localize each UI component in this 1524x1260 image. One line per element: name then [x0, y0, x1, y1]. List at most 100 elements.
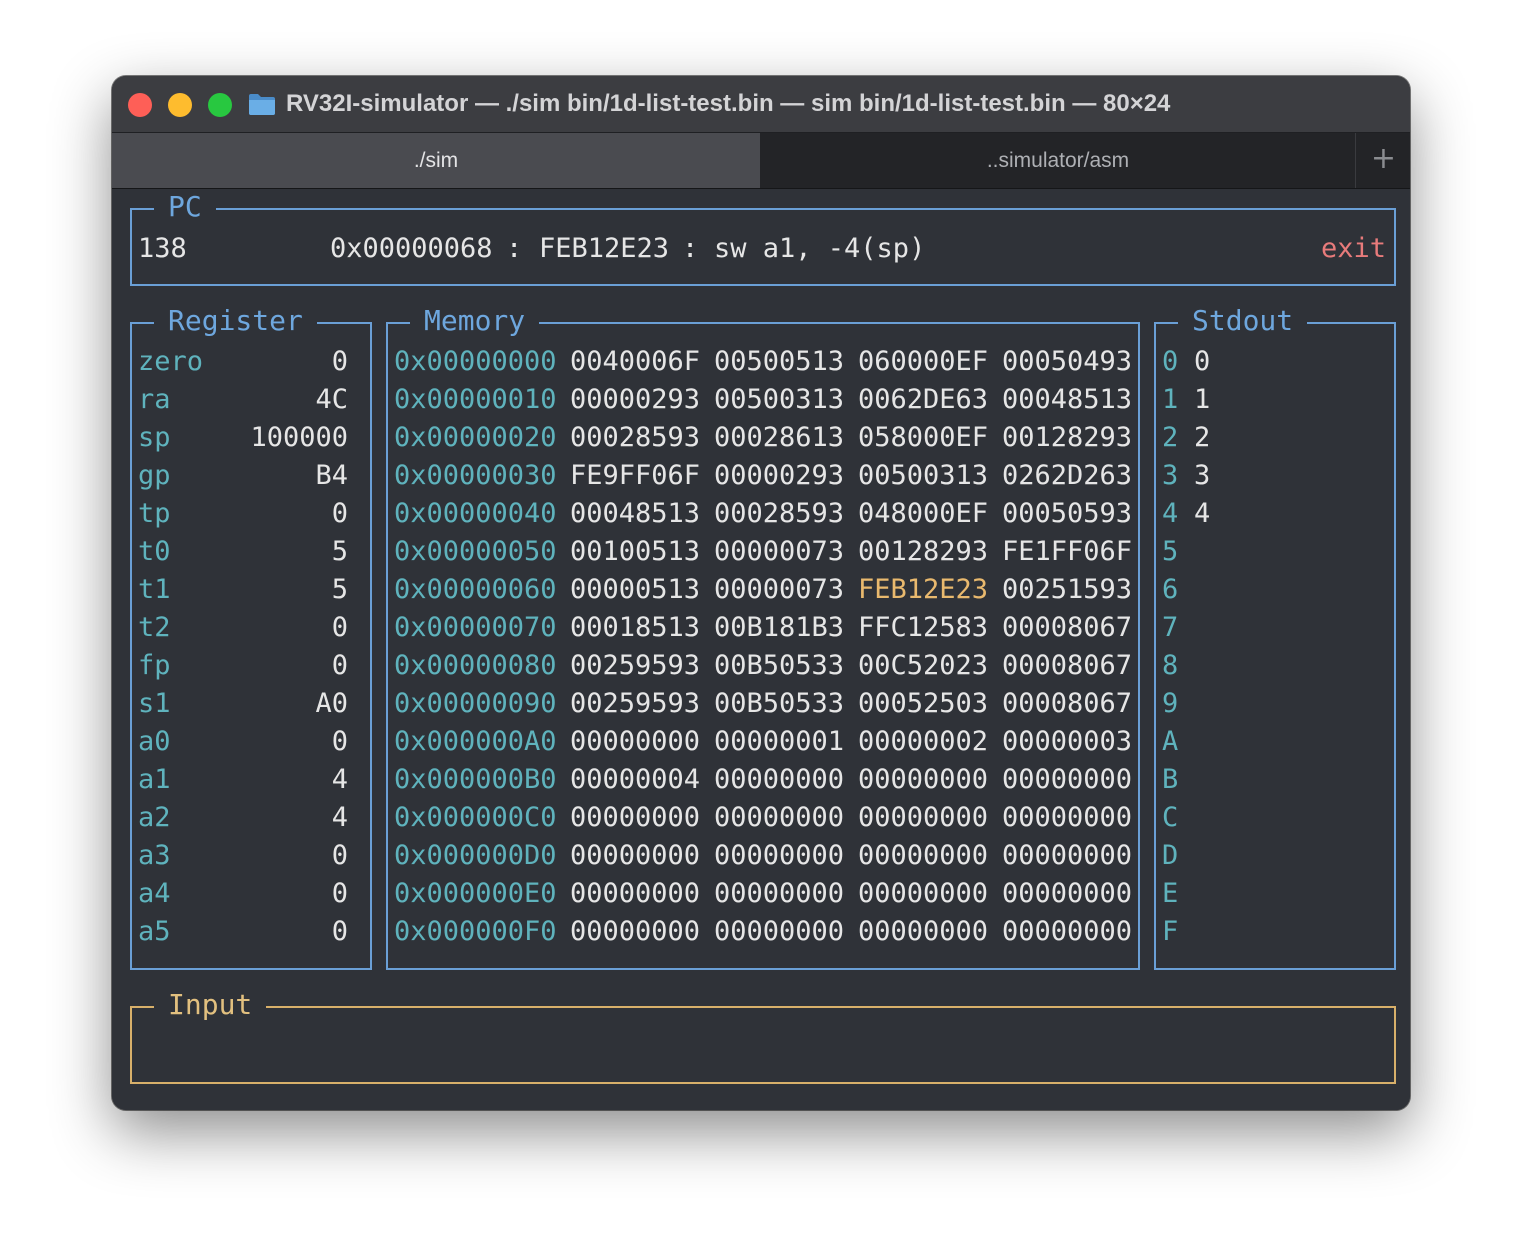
memory-word: 00000000: [1002, 878, 1133, 909]
memory-word: 00000000: [1002, 840, 1133, 871]
memory-address: 0x000000D0: [394, 840, 557, 871]
stdout-line-index: 1: [1162, 384, 1179, 415]
terminal-content[interactable]: PC 138 0x00000068 : FEB12E23 : sw a1, -4…: [112, 189, 1410, 1110]
memory-address: 0x00000050: [394, 536, 557, 567]
register-value: 4: [331, 764, 348, 795]
register-name: s1: [138, 688, 171, 719]
register-value: 0: [331, 840, 348, 871]
memory-word: 00000000: [858, 840, 989, 871]
folder-icon: [249, 94, 275, 115]
memory-word: 00000513: [570, 574, 701, 605]
memory-address: 0x00000090: [394, 688, 557, 719]
stdout-line-index: 8: [1162, 650, 1179, 681]
stdout-line-index: 9: [1162, 688, 1179, 719]
memory-word: 00500313: [714, 384, 845, 415]
memory-word: 00028593: [570, 422, 701, 453]
register-value: B4: [315, 460, 348, 491]
register-value: A0: [315, 688, 348, 719]
stdout-line-index: E: [1162, 878, 1179, 909]
pc-instruction-hex: FEB12E23: [539, 233, 670, 264]
memory-word: 060000EF: [858, 346, 989, 377]
memory-word: 00000000: [858, 916, 989, 947]
stdout-line-text: 0: [1194, 346, 1211, 377]
register-name: a5: [138, 916, 171, 947]
memory-word: 00000000: [1002, 802, 1133, 833]
stdout-line-text: 3: [1194, 460, 1211, 491]
minimize-window-button[interactable]: [168, 93, 192, 117]
close-window-button[interactable]: [128, 93, 152, 117]
memory-word: 00028613: [714, 422, 845, 453]
memory-address: 0x00000070: [394, 612, 557, 643]
stdout-line-index: 7: [1162, 612, 1179, 643]
register-name: a2: [138, 802, 171, 833]
register-value: 0: [331, 878, 348, 909]
register-panel-title: Register: [154, 304, 317, 338]
input-field[interactable]: [138, 1028, 1378, 1066]
memory-word: 00008067: [1002, 650, 1133, 681]
zoom-window-button[interactable]: [208, 93, 232, 117]
input-panel[interactable]: Input: [130, 988, 1396, 1084]
register-value: 4C: [315, 384, 348, 415]
memory-word: 00000000: [714, 802, 845, 833]
memory-address: 0x00000010: [394, 384, 557, 415]
memory-word: 00500313: [858, 460, 989, 491]
new-tab-button[interactable]: +: [1357, 133, 1410, 188]
stdout-panel: Stdout 001122334456789ABCDEF: [1154, 304, 1396, 970]
memory-address: 0x00000030: [394, 460, 557, 491]
register-value: 5: [331, 574, 348, 605]
register-value: 0: [331, 346, 348, 377]
register-name: fp: [138, 650, 171, 681]
stdout-line-index: A: [1162, 726, 1179, 757]
register-value: 0: [331, 916, 348, 947]
register-name: gp: [138, 460, 171, 491]
memory-word: 00000000: [858, 802, 989, 833]
memory-panel-title: Memory: [410, 304, 540, 338]
memory-word: 00000000: [570, 802, 701, 833]
tab-sim[interactable]: ./sim: [112, 133, 760, 188]
stdout-line-index: 5: [1162, 536, 1179, 567]
register-name: a0: [138, 726, 171, 757]
pc-assembly: sw a1, -4(sp): [714, 233, 926, 264]
register-value: 0: [331, 726, 348, 757]
title-bar[interactable]: RV32I-simulator — ./sim bin/1d-list-test…: [112, 76, 1410, 133]
memory-word: 00048513: [570, 498, 701, 529]
stdout-panel-title: Stdout: [1178, 304, 1308, 338]
memory-word: 00052503: [858, 688, 989, 719]
memory-word: 00B50533: [714, 650, 845, 681]
stdout-line-index: F: [1162, 916, 1179, 947]
memory-word: 00000000: [570, 878, 701, 909]
memory-panel: Memory 0x00000000 0040006F 00500513 060000E…: [386, 304, 1140, 970]
register-name: a4: [138, 878, 171, 909]
memory-address: 0x00000080: [394, 650, 557, 681]
memory-word: 00000000: [570, 916, 701, 947]
memory-word: 00008067: [1002, 612, 1133, 643]
pc-separator-2: :: [682, 233, 699, 264]
memory-address: 0x00000040: [394, 498, 557, 529]
register-name: a1: [138, 764, 171, 795]
tab-asm[interactable]: ..simulator/asm: [761, 133, 1356, 188]
memory-address: 0x000000A0: [394, 726, 557, 757]
memory-word: 00000293: [570, 384, 701, 415]
register-panel: Register zero 0 ra 4C sp 100000 gp B4 tp 0 t0 5 t1 5 t…: [130, 304, 372, 970]
stdout-line-index: 6: [1162, 574, 1179, 605]
stdout-line-index: D: [1162, 840, 1179, 871]
memory-word: 0062DE63: [858, 384, 989, 415]
stdout-line-index: 4: [1162, 498, 1179, 529]
pc-panel: PC 138 0x00000068 : FEB12E23 : sw a1, -4…: [130, 190, 1396, 286]
memory-word: 00500513: [714, 346, 845, 377]
memory-word: FFC12583: [858, 612, 989, 643]
memory-word: FE1FF06F: [1002, 536, 1133, 567]
pc-status: exit: [1320, 233, 1386, 264]
memory-word: 00000000: [858, 764, 989, 795]
pc-cycle-count: 138: [138, 233, 187, 264]
memory-word: 00050593: [1002, 498, 1133, 529]
stdout-line-text: 4: [1194, 498, 1211, 529]
memory-word: 00000000: [714, 878, 845, 909]
stdout-line-index: C: [1162, 802, 1179, 833]
memory-word: 00251593: [1002, 574, 1133, 605]
memory-word: 00000000: [1002, 764, 1133, 795]
memory-word: 058000EF: [858, 422, 989, 453]
register-value: 100000: [250, 422, 348, 453]
memory-word: 00000073: [714, 536, 845, 567]
memory-word: 0040006F: [570, 346, 701, 377]
